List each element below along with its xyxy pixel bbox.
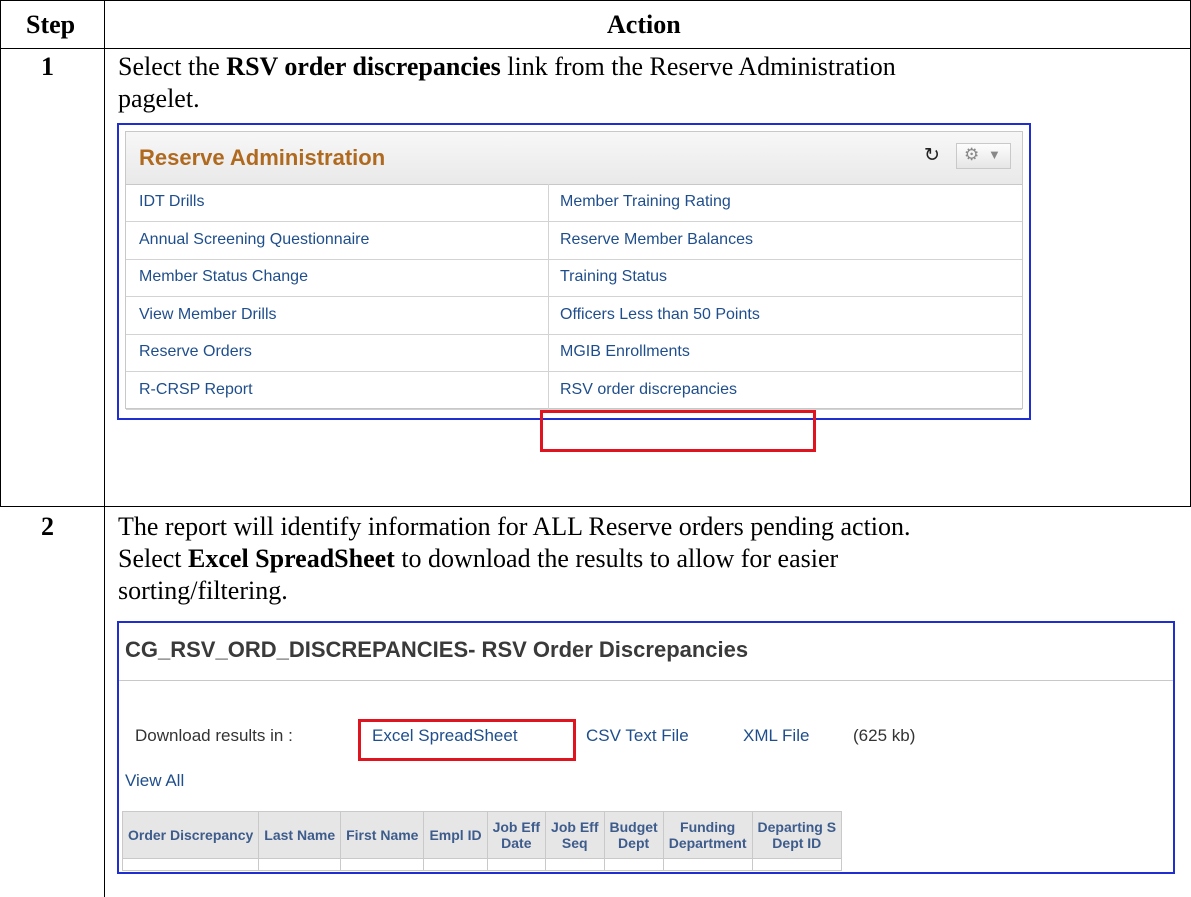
grid-cell (603, 858, 664, 871)
step-1-bold-term: RSV order discrepancies (226, 52, 501, 81)
step-2-instruction-end: sorting/filtering. (118, 576, 288, 605)
pagelet-link-row: Reserve Orders MGIB Enrollments (126, 334, 1022, 372)
pagelet-link-officers-less-than-50-points[interactable]: Officers Less than 50 Points (560, 306, 760, 324)
column-header[interactable]: Departing S Dept ID (751, 811, 843, 859)
reserve-administration-pagelet: Reserve Administration ↻ ⚙ ▼ IDT Drills M… (117, 123, 1031, 420)
pagelet-link-rsv-order-discrepancies[interactable]: RSV order discrepancies (560, 381, 737, 399)
rsv-order-discrepancies-report: CG_RSV_ORD_DISCREPANCIES- RSV Order Disc… (117, 621, 1175, 874)
pagelet-header: Reserve Administration ↻ ⚙ ▼ (126, 132, 1022, 185)
grid-cell (340, 858, 425, 871)
grid-cell (751, 858, 843, 871)
step-number-1: 1 (41, 52, 54, 81)
column-header[interactable]: Funding Department (662, 811, 753, 859)
pagelet-link-r-crsp-report[interactable]: R-CRSP Report (139, 381, 253, 399)
file-size: (625 kb) (853, 726, 916, 745)
download-label: Download results in : (135, 726, 293, 745)
step-number-2: 2 (41, 512, 54, 541)
highlight-excel-spreadsheet (358, 719, 576, 761)
report-title: CG_RSV_ORD_DISCREPANCIES- RSV Order Disc… (125, 637, 749, 662)
csv-text-file-link[interactable]: CSV Text File (586, 726, 689, 746)
chevron-down-icon: ▼ (988, 147, 1001, 162)
grid-cell (423, 858, 488, 871)
pagelet-link-idt-drills[interactable]: IDT Drills (139, 193, 204, 211)
grid-cell (121, 858, 260, 871)
results-grid: Order Discrepancy Last Name First Name Empl… (121, 811, 843, 871)
pagelet-link-row: IDT Drills Member Training Rating (126, 184, 1022, 222)
refresh-icon[interactable]: ↻ (922, 146, 942, 166)
action-column-header: Action (607, 10, 681, 39)
pagelet-link-row: R-CRSP Report RSV order discrepancies (126, 372, 1022, 410)
column-header[interactable]: Order Discrepancy (121, 811, 260, 859)
grid-cell (662, 858, 753, 871)
step-1-instruction: Select the RSV order discrepancies link … (118, 52, 896, 81)
step-2-instruction-cont: Select Excel SpreadSheet to download the… (118, 544, 839, 573)
column-header[interactable]: Budget Dept (603, 811, 664, 859)
view-all-link[interactable]: View All (125, 771, 184, 791)
pagelet-options-button[interactable]: ⚙ ▼ (956, 143, 1011, 169)
highlight-rsv-order-discrepancies (540, 410, 816, 452)
grid-cell (486, 858, 547, 871)
pagelet-title: Reserve Administration (139, 145, 386, 170)
column-header[interactable]: Empl ID (423, 811, 488, 859)
pagelet-link-row: Annual Screening Questionnaire Reserve Me… (126, 222, 1022, 260)
pagelet-link-reserve-orders[interactable]: Reserve Orders (139, 343, 252, 361)
column-header[interactable]: Job Eff Seq (545, 811, 605, 859)
pagelet-link-training-status[interactable]: Training Status (560, 268, 667, 286)
column-header[interactable]: Last Name (258, 811, 342, 859)
pagelet-link-reserve-member-balances[interactable]: Reserve Member Balances (560, 231, 753, 249)
xml-file-link[interactable]: XML File (743, 726, 809, 746)
step-1-instruction-cont: pagelet. (118, 84, 200, 113)
grid-cell (258, 858, 342, 871)
step-2-instruction: The report will identify information for… (118, 512, 911, 541)
pagelet-link-member-status-change[interactable]: Member Status Change (139, 268, 308, 286)
pagelet-link-annual-screening-questionnaire[interactable]: Annual Screening Questionnaire (139, 231, 369, 249)
pagelet-link-member-training-rating[interactable]: Member Training Rating (560, 193, 731, 211)
column-header[interactable]: Job Eff Date (486, 811, 547, 859)
step-2-bold-term: Excel SpreadSheet (188, 544, 395, 573)
pagelet-link-row: View Member Drills Officers Less than 50 … (126, 297, 1022, 335)
grid-cell (545, 858, 605, 871)
gear-icon: ⚙ (964, 145, 980, 164)
pagelet-link-view-member-drills[interactable]: View Member Drills (139, 306, 277, 324)
column-header[interactable]: First Name (340, 811, 425, 859)
pagelet-link-row: Member Status Change Training Status (126, 259, 1022, 297)
step-column-header: Step (26, 10, 76, 39)
pagelet-link-mgib-enrollments[interactable]: MGIB Enrollments (560, 343, 690, 361)
